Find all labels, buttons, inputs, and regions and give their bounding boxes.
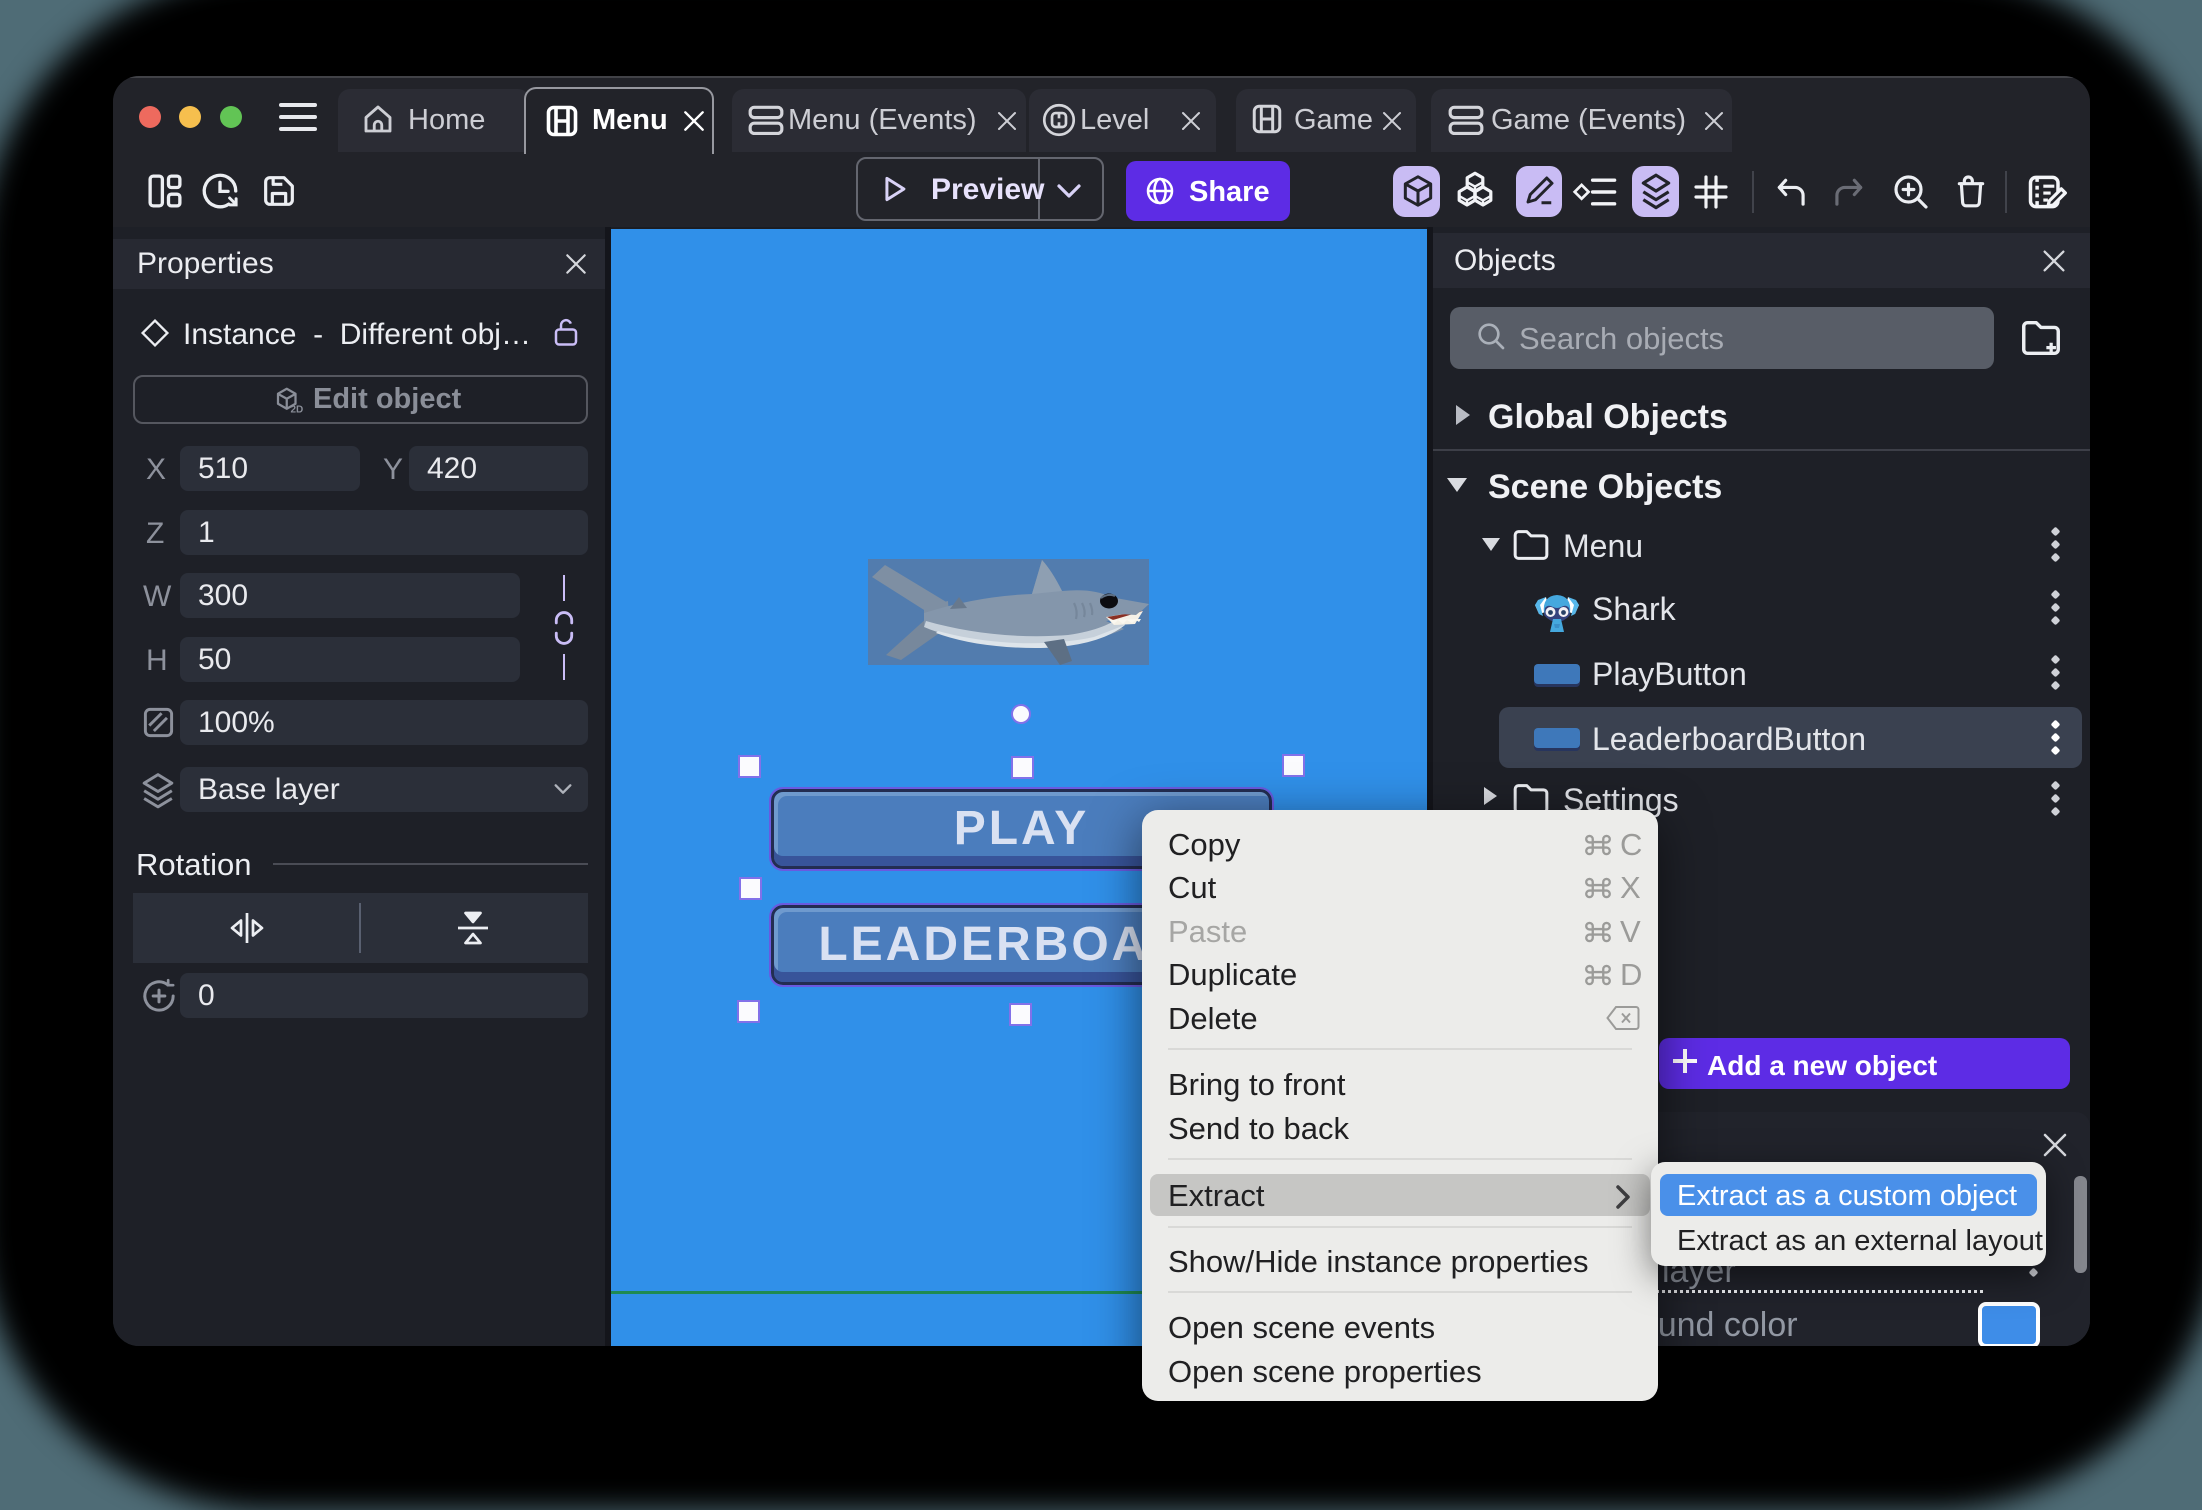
svg-text:2D: 2D — [291, 405, 304, 416]
